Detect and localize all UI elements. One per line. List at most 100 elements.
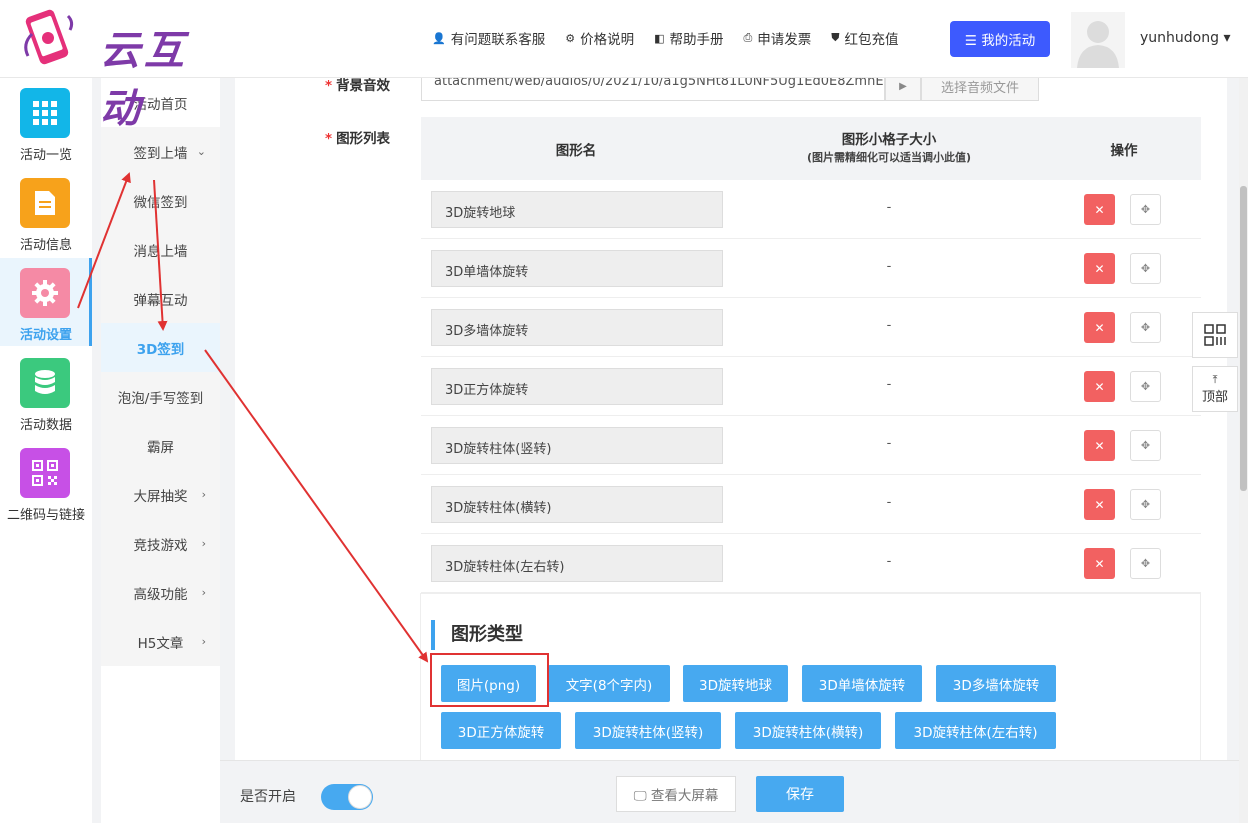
- shape-type-cylinder-leftright[interactable]: 3D旋转柱体(左右转): [895, 712, 1056, 749]
- delete-row-button[interactable]: ✕: [1084, 548, 1115, 579]
- drag-handle[interactable]: ✥: [1130, 489, 1161, 520]
- sub-sidebar: 活动首页 签到上墙 ⌄ 微信签到 消息上墙 弹幕互动 3D签到 泡泡/手写签到 霸…: [101, 78, 220, 823]
- play-audio-button[interactable]: ▶: [885, 78, 921, 101]
- delete-row-button[interactable]: ✕: [1084, 312, 1115, 343]
- drag-handle[interactable]: ✥: [1130, 548, 1161, 579]
- shape-type-cube[interactable]: 3D正方体旋转: [441, 712, 561, 749]
- close-icon: ✕: [1094, 320, 1105, 335]
- shape-name-field[interactable]: 3D旋转柱体(左右转): [431, 545, 723, 582]
- save-button[interactable]: 保存: [756, 776, 844, 812]
- user-plus-icon: 👤: [432, 31, 446, 45]
- shape-name-field[interactable]: 3D单墙体旋转: [431, 250, 723, 287]
- drag-handle[interactable]: ✥: [1130, 371, 1161, 402]
- sidebar-item-settings[interactable]: 活动设置: [0, 258, 92, 346]
- delete-row-button[interactable]: ✕: [1084, 430, 1115, 461]
- avatar[interactable]: [1071, 12, 1125, 68]
- delete-row-button[interactable]: ✕: [1084, 253, 1115, 284]
- annotation-highlight-box: [430, 653, 549, 707]
- drag-handle[interactable]: ✥: [1130, 430, 1161, 461]
- cell-size-value: -: [886, 495, 892, 510]
- enable-toggle[interactable]: [321, 784, 373, 810]
- shape-name-field[interactable]: 3D正方体旋转: [431, 368, 723, 405]
- sidebar-item-info[interactable]: 活动信息: [0, 168, 92, 256]
- cell-size-value: -: [886, 200, 892, 215]
- shape-list-label: * 图形列表: [325, 131, 391, 147]
- back-to-top-button[interactable]: ⤒ 顶部: [1192, 366, 1238, 412]
- move-icon: ✥: [1140, 439, 1151, 452]
- top-header: 云互动 👤 有问题联系客服 ⚙ 价格说明 ◧ 帮助手册 ⎙ 申请发票 ⛊ 红包充值 ☰ 我…: [0, 0, 1248, 132]
- subnav-h5-article[interactable]: H5文章 ›: [101, 617, 220, 666]
- document-icon: [20, 178, 70, 228]
- drag-handle[interactable]: ✥: [1130, 253, 1161, 284]
- subnav-wechat-signin[interactable]: 微信签到: [101, 176, 220, 225]
- close-icon: ✕: [1094, 202, 1105, 217]
- choose-audio-button[interactable]: 选择音频文件: [921, 78, 1039, 101]
- shape-name-field[interactable]: 3D旋转柱体(竖转): [431, 427, 723, 464]
- delete-row-button[interactable]: ✕: [1084, 489, 1115, 520]
- page-scrollbar[interactable]: [1239, 78, 1248, 823]
- sidebar-item-overview[interactable]: 活动一览: [0, 78, 92, 166]
- delete-row-button[interactable]: ✕: [1084, 194, 1115, 225]
- subnav-signin-group[interactable]: 签到上墙 ⌄: [101, 127, 220, 176]
- view-big-screen-button[interactable]: 🖵 查看大屏幕: [616, 776, 736, 812]
- move-icon: ✥: [1140, 321, 1151, 334]
- table-row: 3D旋转柱体(竖转) - ✕ ✥: [421, 416, 1201, 475]
- subnav-3d-signin[interactable]: 3D签到: [101, 323, 220, 372]
- nav-help-manual[interactable]: ◧ 帮助手册: [654, 28, 723, 49]
- table-row: 3D旋转地球 - ✕ ✥: [421, 180, 1201, 239]
- col-shape-name: 图形名: [555, 142, 597, 159]
- shape-type-multi-wall[interactable]: 3D多墙体旋转: [936, 665, 1056, 702]
- bottom-action-bar: 是否开启 🖵 查看大屏幕 保存: [220, 760, 1239, 823]
- subnav-lottery[interactable]: 大屏抽奖 ›: [101, 470, 220, 519]
- move-icon: ✥: [1140, 498, 1151, 511]
- shape-type-globe[interactable]: 3D旋转地球: [683, 665, 788, 702]
- delete-row-button[interactable]: ✕: [1084, 371, 1115, 402]
- main-sidebar: 活动一览 活动信息 活动设置 活动数据 二维码与链接: [0, 78, 92, 823]
- table-row: 3D正方体旋转 - ✕ ✥: [421, 357, 1201, 416]
- chevron-right-icon: ›: [201, 537, 206, 550]
- shape-type-title: 图形类型: [431, 620, 523, 650]
- grid-icon: [20, 88, 70, 138]
- brand-logo[interactable]: 云互动: [18, 8, 228, 132]
- sidebar-item-data[interactable]: 活动数据: [0, 348, 92, 436]
- my-activity-button[interactable]: ☰ 我的活动: [950, 21, 1050, 57]
- gear-icon: ⚙: [565, 31, 576, 45]
- subnav-message-wall[interactable]: 消息上墙: [101, 225, 220, 274]
- cell-size-value: -: [886, 377, 892, 392]
- username-dropdown[interactable]: yunhudong ▾: [1140, 30, 1230, 46]
- phone-logo-icon: [24, 9, 74, 65]
- drag-handle[interactable]: ✥: [1130, 312, 1161, 343]
- subnav-bubble-signin[interactable]: 泡泡/手写签到: [101, 372, 220, 421]
- qrcode-float-button[interactable]: [1192, 312, 1238, 358]
- nav-contact-support[interactable]: 👤 有问题联系客服: [432, 28, 545, 49]
- bg-audio-path-input[interactable]: attachment/web/audios/0/2021/10/a1g5NHt8…: [421, 78, 885, 101]
- col-operations: 操作: [1110, 142, 1138, 159]
- scrollbar-thumb[interactable]: [1240, 186, 1247, 491]
- subnav-danmaku[interactable]: 弹幕互动: [101, 274, 220, 323]
- shape-name-field[interactable]: 3D旋转地球: [431, 191, 723, 228]
- subnav-advanced[interactable]: 高级功能 ›: [101, 568, 220, 617]
- table-row: 3D旋转柱体(横转) - ✕ ✥: [421, 475, 1201, 534]
- shape-type-text[interactable]: 文字(8个字内): [548, 665, 670, 702]
- play-icon: ▶: [899, 80, 907, 92]
- subnav-group-signin: 签到上墙 ⌄ 微信签到 消息上墙 弹幕互动 3D签到 泡泡/手写签到 霸屏 大屏抽…: [101, 127, 220, 666]
- shape-name-field[interactable]: 3D多墙体旋转: [431, 309, 723, 346]
- arrow-up-icon: ⤒: [1212, 372, 1218, 386]
- shape-type-cylinder-vertical[interactable]: 3D旋转柱体(竖转): [575, 712, 721, 749]
- shape-type-cylinder-horizontal[interactable]: 3D旋转柱体(横转): [735, 712, 881, 749]
- drag-handle[interactable]: ✥: [1130, 194, 1161, 225]
- subnav-takeover-screen[interactable]: 霸屏: [101, 421, 220, 470]
- qrcode-icon: [1204, 324, 1226, 346]
- nav-recharge[interactable]: ⛊ 红包充值: [831, 28, 898, 48]
- nav-pricing[interactable]: ⚙ 价格说明: [565, 28, 634, 49]
- qrcode-icon: [20, 448, 70, 498]
- sidebar-item-qrcode[interactable]: 二维码与链接: [0, 438, 92, 526]
- shape-name-field[interactable]: 3D旋转柱体(横转): [431, 486, 723, 523]
- nav-invoice[interactable]: ⎙ 申请发票: [743, 28, 811, 48]
- subnav-games[interactable]: 竞技游戏 ›: [101, 519, 220, 568]
- move-icon: ✥: [1140, 557, 1151, 570]
- table-row: 3D单墙体旋转 - ✕ ✥: [421, 239, 1201, 298]
- shape-type-single-wall[interactable]: 3D单墙体旋转: [802, 665, 922, 702]
- cell-size-value: -: [886, 554, 892, 569]
- enable-label: 是否开启: [240, 789, 296, 805]
